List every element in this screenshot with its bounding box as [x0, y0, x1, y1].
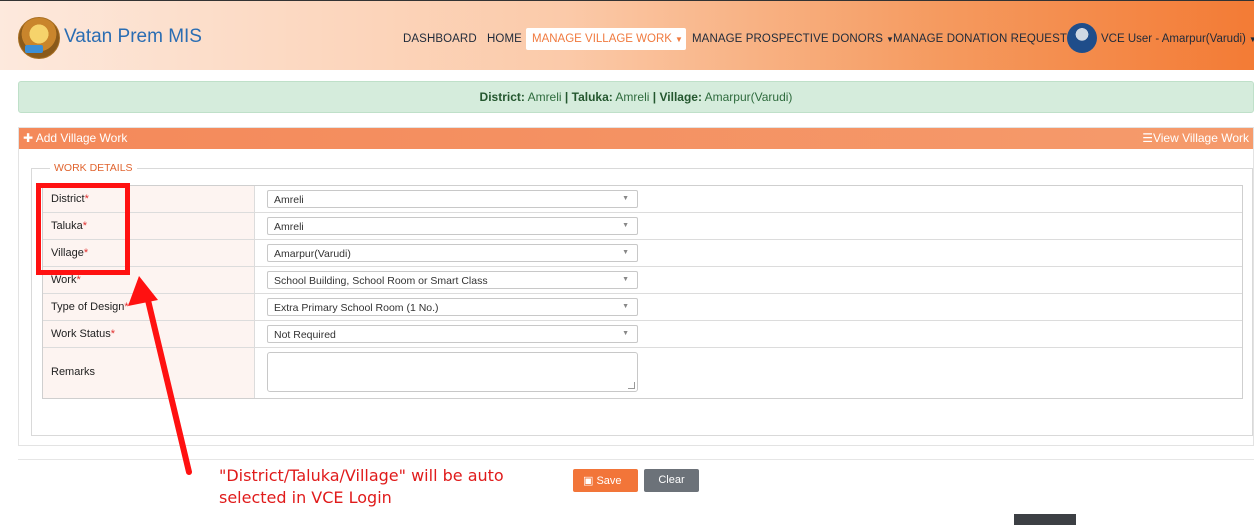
divider: [18, 459, 1254, 460]
district-info-value: Amreli: [527, 90, 562, 104]
work-details-fieldset: WORK DETAILS District* Amreli ▼ Taluka* A…: [31, 162, 1253, 436]
caret-down-icon: ▼: [1248, 35, 1254, 44]
user-name-label: VCE User - Amarpur(Varudi): [1101, 33, 1246, 45]
taluka-info-value: Amreli: [615, 90, 650, 104]
work-details-legend: WORK DETAILS: [50, 162, 137, 174]
panel-title: Add Village Work: [35, 131, 128, 145]
annotation-highlight-box: [36, 183, 130, 275]
taluka-select[interactable]: Amreli ▼: [267, 217, 638, 235]
nav-manage-prospective-donors-label: MANAGE PROSPECTIVE DONORS: [692, 33, 884, 45]
district-info-label: District:: [479, 90, 525, 104]
type-of-design-label: Type of Design: [51, 301, 125, 313]
village-select-value: Amarpur(Varudi): [274, 248, 351, 260]
work-select[interactable]: School Building, School Room or Smart Cl…: [267, 271, 638, 289]
nav-manage-village-work[interactable]: MANAGE VILLAGE WORK ▼: [526, 28, 686, 50]
remarks-label: Remarks: [51, 366, 96, 378]
list-icon: ☰: [1142, 131, 1153, 145]
work-status-select-value: Not Required: [274, 329, 336, 341]
chevron-down-icon: ▼: [622, 276, 629, 283]
panel-header: ✚ Add Village Work ☰View Village Work: [19, 128, 1253, 149]
chevron-down-icon: ▼: [622, 330, 629, 337]
annotation-note: "District/Taluka/Village" will be auto s…: [219, 465, 559, 509]
save-button[interactable]: ▣ Save: [573, 469, 638, 492]
required-mark: *: [124, 301, 129, 313]
form-row-work: Work* School Building, School Room or Sm…: [43, 267, 1242, 294]
taluka-info-label: Taluka:: [571, 90, 613, 104]
location-info-bar: District: Amreli | Taluka: Amreli | Vill…: [18, 81, 1254, 113]
annotation-line-2: selected in VCE Login: [219, 488, 392, 507]
form-row-work-status: Work Status* Not Required ▼: [43, 321, 1242, 348]
user-avatar-icon[interactable]: [1067, 23, 1097, 53]
form-row-remarks: Remarks: [43, 348, 1242, 398]
navbar: Vatan Prem MIS DASHBOARD HOME MANAGE VIL…: [0, 0, 1254, 70]
annotation-line-1: "District/Taluka/Village" will be auto: [219, 466, 504, 485]
separator: |: [652, 90, 657, 104]
form-row-village: Village* Amarpur(Varudi) ▼: [43, 240, 1242, 267]
type-of-design-select-value: Extra Primary School Room (1 No.): [274, 302, 439, 314]
nav-manage-prospective-donors[interactable]: MANAGE PROSPECTIVE DONORS ▼: [692, 33, 894, 45]
nav-dashboard[interactable]: DASHBOARD: [403, 33, 477, 45]
work-select-value: School Building, School Room or Smart Cl…: [274, 275, 488, 287]
nav-manage-village-work-label: MANAGE VILLAGE WORK: [532, 33, 672, 45]
remarks-textarea[interactable]: [267, 352, 638, 392]
plus-icon: ✚: [23, 131, 34, 145]
save-button-label: Save: [596, 475, 622, 487]
nav-manage-donation-request[interactable]: MANAGE DONATION REQUEST: [893, 33, 1067, 45]
form-row-type-of-design: Type of Design* Extra Primary School Roo…: [43, 294, 1242, 321]
view-village-work-label: View Village Work: [1152, 131, 1249, 145]
type-of-design-select[interactable]: Extra Primary School Room (1 No.) ▼: [267, 298, 638, 316]
user-menu[interactable]: VCE User - Amarpur(Varudi) ▼: [1101, 33, 1254, 45]
district-select[interactable]: Amreli ▼: [267, 190, 638, 208]
floating-toolbar[interactable]: [1014, 514, 1076, 525]
work-status-label: Work Status: [51, 328, 111, 340]
form-row-district: District* Amreli ▼: [43, 186, 1242, 213]
required-mark: *: [76, 274, 81, 286]
work-label: Work: [51, 274, 77, 286]
brand-title[interactable]: Vatan Prem MIS: [64, 26, 202, 48]
add-village-work-panel: ✚ Add Village Work ☰View Village Work WO…: [18, 127, 1254, 446]
chevron-down-icon: ▼: [622, 222, 629, 229]
chevron-down-icon: ▼: [622, 303, 629, 310]
view-village-work-link[interactable]: ☰View Village Work: [1142, 131, 1249, 145]
work-status-select[interactable]: Not Required ▼: [267, 325, 638, 343]
taluka-select-value: Amreli: [274, 221, 304, 233]
village-select[interactable]: Amarpur(Varudi) ▼: [267, 244, 638, 262]
district-select-value: Amreli: [274, 194, 304, 206]
separator: |: [564, 90, 569, 104]
caret-down-icon: ▼: [674, 35, 683, 44]
chevron-down-icon: ▼: [622, 249, 629, 256]
nav-home[interactable]: HOME: [487, 33, 522, 45]
form-row-taluka: Taluka* Amreli ▼: [43, 213, 1242, 240]
save-icon: ▣: [583, 475, 594, 487]
chevron-down-icon: ▼: [622, 195, 629, 202]
clear-button[interactable]: Clear: [644, 469, 699, 492]
work-details-table: District* Amreli ▼ Taluka* Amreli ▼ Villag…: [42, 185, 1243, 399]
village-info-value: Amarpur(Varudi): [704, 90, 793, 104]
logo[interactable]: [18, 17, 60, 59]
required-mark: *: [110, 328, 115, 340]
village-info-label: Village:: [659, 90, 702, 104]
